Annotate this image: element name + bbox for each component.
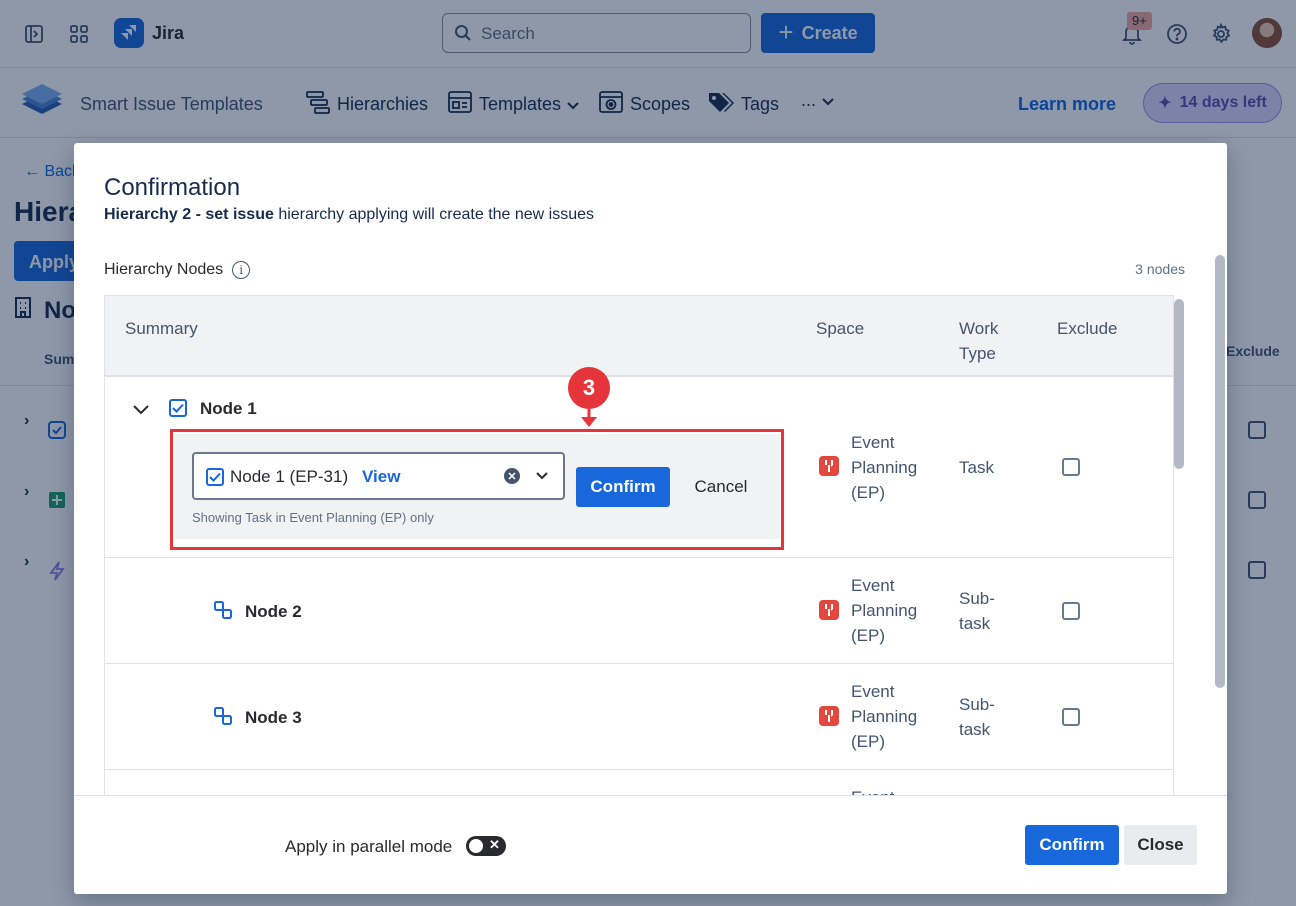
subtask-icon xyxy=(214,601,232,624)
subtask-icon xyxy=(214,707,232,730)
work-type-cell: Sub-task xyxy=(959,692,995,742)
node-name: Node 1 xyxy=(200,399,257,418)
dialog-scrollbar[interactable] xyxy=(1215,255,1225,688)
divider xyxy=(105,557,1173,558)
space-cell: Event Planning (EP) xyxy=(851,573,917,648)
space-cell: Event Planning (EP) xyxy=(851,430,917,505)
highlight-frame xyxy=(170,429,784,550)
step-badge: 3 xyxy=(568,367,610,409)
space-line: Event xyxy=(851,433,895,452)
hierarchy-name: Hierarchy 2 - set issue xyxy=(104,206,274,223)
space-line: Planning xyxy=(851,458,918,477)
node-count: 3 nodes xyxy=(1135,261,1185,277)
exclude-checkbox[interactable] xyxy=(1062,602,1080,620)
close-icon: ✕ xyxy=(489,837,500,852)
summary-column-header: Summary xyxy=(125,319,198,338)
toggle-knob xyxy=(469,839,483,853)
space-line: (EP) xyxy=(851,483,885,502)
space-line: Planning xyxy=(851,707,918,726)
work-type-line: Sub- xyxy=(959,589,995,608)
event-planning-space-icon xyxy=(819,456,839,476)
exclude-column-header: Exclude xyxy=(1057,319,1118,338)
node-name: Node 3 xyxy=(245,708,302,727)
work-type-line: task xyxy=(959,720,991,739)
divider xyxy=(105,769,1173,770)
work-type-line-1: Work xyxy=(959,319,999,338)
work-type-line-2: Type xyxy=(959,344,996,363)
space-line: Planning xyxy=(851,601,918,620)
info-icon[interactable]: i xyxy=(232,261,251,279)
event-planning-space-icon xyxy=(819,706,839,726)
space-column-header: Space xyxy=(816,319,865,338)
close-button[interactable]: Close xyxy=(1124,825,1197,865)
space-cell: Event Planning (EP) xyxy=(851,679,917,754)
space-line: Event xyxy=(851,576,895,595)
space-line: Event xyxy=(851,682,895,701)
dialog-footer: Apply in parallel mode ✕ Confirm Close xyxy=(74,795,1227,894)
space-line: (EP) xyxy=(851,626,885,645)
work-type-cell: Sub-task xyxy=(959,586,995,636)
work-type-line: task xyxy=(959,614,991,633)
node-name: Node 2 xyxy=(245,602,302,621)
collapse-chevron-icon[interactable] xyxy=(133,402,149,420)
work-type-column-header: Work Type xyxy=(959,316,998,366)
work-type-cell: Task xyxy=(959,458,994,477)
table-scrollbar[interactable] xyxy=(1174,299,1184,469)
confirmation-dialog: Confirmation Hierarchy 2 - set issue hie… xyxy=(74,143,1227,894)
divider xyxy=(105,663,1173,664)
work-type-line: Sub- xyxy=(959,695,995,714)
confirm-button[interactable]: Confirm xyxy=(1025,825,1119,865)
subtitle-text: hierarchy applying will create the new i… xyxy=(273,206,595,223)
space-cell: Event xyxy=(851,785,894,795)
dialog-title: Confirmation xyxy=(104,174,241,201)
table-header: Summary Space Work Type Exclude xyxy=(105,296,1173,377)
dialog-subtitle: Hierarchy 2 - set issue hierarchy applyi… xyxy=(104,206,594,224)
event-planning-space-icon xyxy=(819,600,839,620)
space-line: (EP) xyxy=(851,732,885,751)
task-icon xyxy=(169,399,187,417)
exclude-checkbox[interactable] xyxy=(1062,708,1080,726)
exclude-checkbox[interactable] xyxy=(1062,458,1080,476)
parallel-mode-toggle[interactable]: ✕ xyxy=(466,836,506,856)
hierarchy-nodes-label: Hierarchy Nodes i xyxy=(104,261,251,279)
section-label: Hierarchy Nodes xyxy=(104,261,224,278)
parallel-mode-label: Apply in parallel mode xyxy=(285,837,453,856)
